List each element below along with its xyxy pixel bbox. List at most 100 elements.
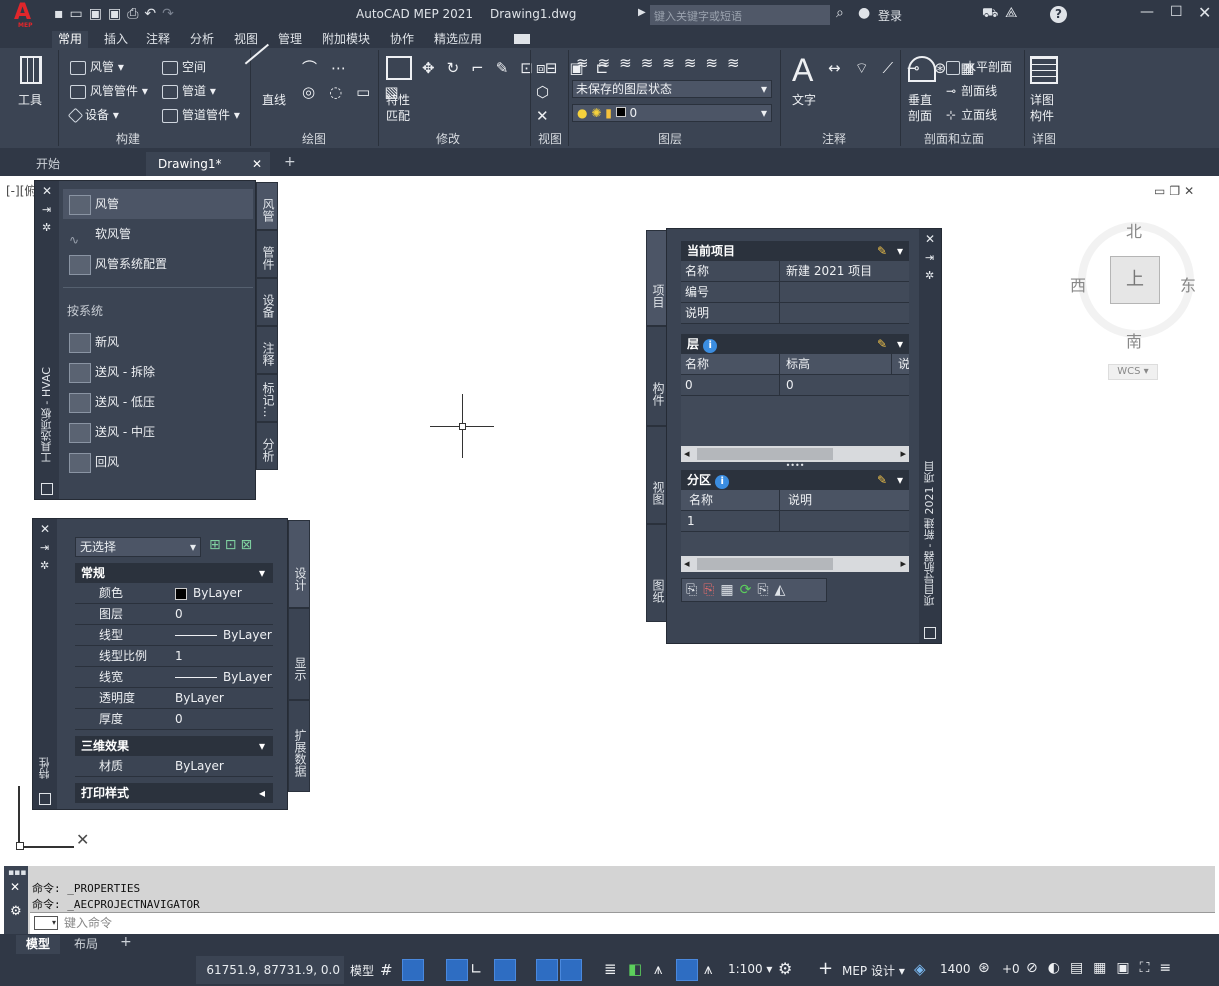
compass-north[interactable]: 北 [1126, 218, 1142, 242]
navigator-tab-constructs[interactable]: 构件 [646, 326, 668, 426]
palette-tab-analysis[interactable]: 分析 [256, 422, 278, 470]
info-icon[interactable]: i [703, 339, 718, 353]
navigator-close-icon[interactable]: ✕ [925, 232, 935, 246]
vertical-section-button[interactable]: 垂直 剖面 [908, 92, 932, 124]
offset-value[interactable]: +0 [1002, 962, 1020, 976]
palette-tab-annotation[interactable]: 注释 [256, 326, 278, 374]
tab-view[interactable]: 视图 [228, 31, 264, 48]
detail-component-icon[interactable] [1030, 56, 1058, 84]
tab-collaborate[interactable]: 协作 [384, 31, 420, 48]
cart-icon[interactable]: ⛟ [982, 6, 998, 23]
viewport-label[interactable]: [-][俯 [6, 182, 36, 199]
viewport-controls[interactable]: ▭❐✕ [1154, 184, 1198, 198]
autodesk-icon[interactable]: ⟁ [1005, 5, 1018, 21]
command-settings-icon[interactable]: ⚙ [10, 904, 22, 919]
selection-cycling-icon[interactable]: ◧ [628, 960, 642, 978]
palette-tab-equipment[interactable]: 设备 [256, 278, 278, 326]
tools-button[interactable]: 工具 [18, 92, 42, 108]
modify-tools-icons[interactable]: ✥↻⌐✎⊡⊟▣⊏ [422, 56, 608, 80]
navigator-tab-project[interactable]: 项目 [646, 230, 668, 326]
command-close-icon[interactable]: ✕ [10, 880, 20, 894]
project-name-row[interactable]: 名称 新建 2021 项目 [681, 261, 909, 282]
doc-tab-start[interactable]: 开始 [24, 152, 72, 176]
section-line-button[interactable]: ⊸ 剖面线 [946, 82, 997, 99]
workspace-gear-icon[interactable]: ⚙ [778, 959, 792, 978]
tab-addins[interactable]: 附加模块 [316, 31, 376, 48]
levels-row[interactable]: 00 [681, 375, 909, 396]
panel-title-layers[interactable]: 图层 [658, 130, 682, 147]
search-icon[interactable]: ⌕ [836, 5, 844, 21]
view-tools-icons[interactable]: ⧈ ⬡ ✕ [536, 56, 562, 128]
prop-row-material[interactable]: 材质 ByLayer [75, 756, 273, 777]
palette-tool-supply-demolish[interactable]: 送风 - 拆除 [63, 357, 253, 387]
duct-button[interactable]: 风管 ▾ [70, 58, 124, 75]
tab-insert[interactable]: 插入 [98, 31, 134, 48]
auto-scale-button[interactable] [676, 959, 698, 981]
splitter[interactable]: •••• [681, 462, 909, 470]
panel-title-view[interactable]: 视图 [538, 130, 562, 147]
properties-settings-icon[interactable]: ✲ [40, 559, 49, 572]
compass-east[interactable]: 东 [1180, 272, 1196, 296]
tab-manage[interactable]: 管理 [272, 31, 308, 48]
elevation-icon[interactable]: ◈ [914, 960, 926, 978]
tab-analyze[interactable]: 分析 [184, 31, 220, 48]
info-icon[interactable]: i [715, 475, 730, 489]
levels-column-header[interactable]: 名称 标高说 [681, 354, 909, 375]
panel-title-annotation[interactable]: 注释 [822, 130, 846, 147]
panel-title-detail[interactable]: 详图 [1032, 130, 1056, 147]
panel-title-section[interactable]: 剖面和立面 [924, 130, 984, 147]
layer-state-select[interactable]: 未保存的图层状态 ▾ [572, 80, 772, 98]
command-prompt-icon[interactable]: ▾ [34, 916, 58, 930]
grip-icon[interactable]: ▪▪▪ [8, 868, 26, 878]
repath-icon[interactable]: ⎘ [757, 582, 774, 598]
isodraft-button[interactable] [494, 959, 516, 981]
status-tray-icons[interactable]: ⊘◐▤▦▣⛶≡ [1026, 960, 1181, 976]
duct-fitting-button[interactable]: 风管管件 ▾ [70, 82, 148, 99]
properties-close-icon[interactable]: ✕ [40, 522, 50, 536]
offset-icon[interactable]: ⊛ [978, 960, 990, 976]
text-button[interactable]: 文字 [792, 92, 816, 108]
redo-icon[interactable]: ↷ [162, 6, 180, 22]
edit-divisions-icon[interactable]: ✎ [877, 470, 887, 490]
maximize-icon[interactable]: ☐ [1170, 4, 1183, 20]
tools-grid-icon[interactable] [20, 56, 42, 84]
polar-icon[interactable]: ∟ [470, 960, 483, 978]
prop-row-color[interactable]: 颜色 ByLayer [75, 583, 273, 604]
app-logo[interactable]: A [14, 2, 31, 24]
coordinates-display[interactable]: 61751.9, 87731.9, 0.0 [196, 956, 344, 984]
draw-tools-icons[interactable]: ⌒⋯◎◌▭▧ [302, 56, 399, 104]
palette-tool-duct[interactable]: 风管 [63, 189, 253, 219]
print-icon[interactable]: ⎙ [127, 6, 144, 22]
navigator-tab-sheets[interactable]: 图纸 [646, 524, 668, 622]
command-input[interactable]: 键入命令 [30, 912, 1215, 934]
print-style-section-header[interactable]: 打印样式 ◂ [75, 783, 273, 803]
saveas-icon[interactable]: ▣ [108, 6, 127, 22]
prop-row-ltscale[interactable]: 线型比例 1 [75, 646, 273, 667]
project-number-row[interactable]: 编号 [681, 282, 909, 303]
search-input[interactable]: 键入关键字或短语 [650, 5, 830, 25]
panel-title-draw[interactable]: 绘图 [302, 130, 326, 147]
help-icon[interactable]: ? [1050, 6, 1067, 23]
tab-model[interactable]: 模型 [16, 935, 61, 954]
annotation-monitor-icon[interactable]: + [818, 958, 833, 979]
layer-select[interactable]: ● ✺ ▮ 0 ▾ [572, 104, 772, 122]
palette-tab-duct[interactable]: 风管 [256, 182, 278, 230]
wcs-button[interactable]: WCS ▾ [1108, 364, 1158, 380]
levels-scrollbar[interactable]: ◂ ▸ [681, 446, 909, 462]
properties-tab-extended[interactable]: 扩展数据 [288, 700, 310, 792]
navigator-menu-icon[interactable] [924, 627, 936, 639]
close-icon[interactable]: ✕ [1198, 3, 1211, 22]
model-space-button[interactable]: 模型 [350, 962, 374, 979]
browse-project-icon[interactable]: ▦ [720, 582, 739, 598]
chevron-right-icon[interactable]: ▶ [638, 7, 646, 18]
object-snap-tracking-button[interactable] [536, 959, 558, 981]
palette-tool-flex-duct[interactable]: ∿ 软风管 [63, 219, 253, 249]
prop-row-layer[interactable]: 图层 0 [75, 604, 273, 625]
prop-row-linetype[interactable]: 线型 ByLayer [75, 625, 273, 646]
tab-featured[interactable]: 精选应用 [428, 31, 488, 48]
compass-west[interactable]: 西 [1070, 272, 1086, 296]
text-icon[interactable]: A [792, 52, 813, 89]
user-icon[interactable]: ● [858, 5, 870, 21]
grid-icon[interactable]: # [380, 961, 393, 979]
palette-settings-icon[interactable]: ✲ [42, 221, 51, 234]
